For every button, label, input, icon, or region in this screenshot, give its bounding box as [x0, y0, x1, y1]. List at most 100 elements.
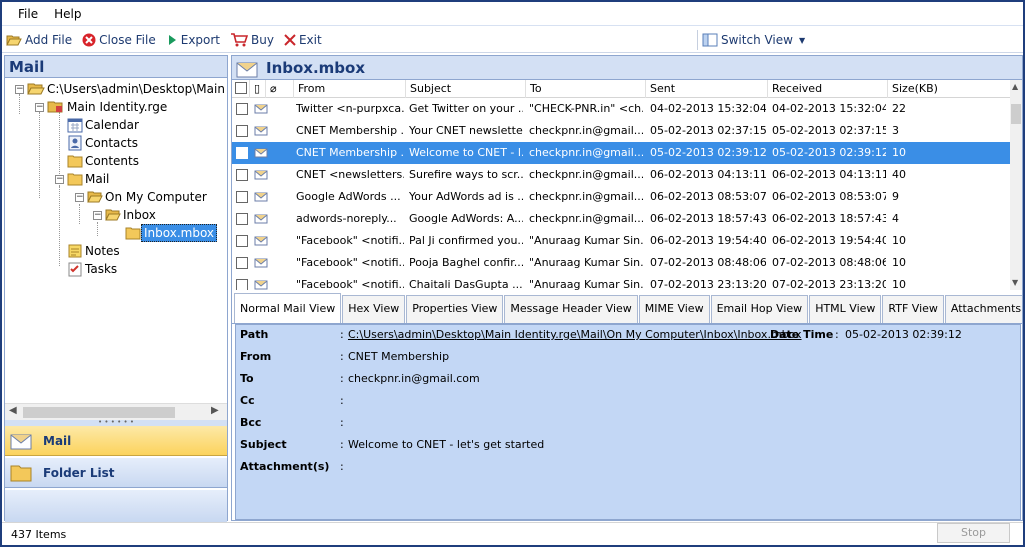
cell-sent: 07-02-2013 08:48:06 [650, 256, 766, 269]
scroll-down-icon[interactable]: ▼ [1012, 278, 1018, 287]
contacts-icon [68, 135, 82, 151]
nav-mail-button[interactable]: Mail [5, 426, 227, 456]
table-row[interactable]: Google AdWords ... Your AdWords ad is ...… [232, 186, 1010, 208]
tab-mime-view[interactable]: MIME View [638, 295, 710, 323]
menu-file[interactable]: File [10, 2, 46, 26]
close-circle-icon [82, 33, 96, 46]
tab-message-header-view[interactable]: Message Header View [504, 295, 638, 323]
cell-from: CNET <newsletters... [296, 168, 404, 181]
path-colon: : [340, 328, 344, 341]
grid-vertical-scrollbar[interactable]: ▲ ▼ [1010, 80, 1022, 290]
table-row[interactable]: CNET <newsletters... Surefire ways to scr… [232, 164, 1010, 186]
table-row[interactable]: "Facebook" <notifi... Pal Ji confirmed yo… [232, 230, 1010, 252]
table-row[interactable]: CNET Membership ... Welcome to CNET - l..… [232, 142, 1010, 164]
tree-on-my-computer-label: On My Computer [105, 190, 207, 204]
cell-received: 07-02-2013 08:48:06 [772, 256, 886, 269]
row-checkbox[interactable] [236, 103, 248, 115]
tree-mail-label: Mail [85, 172, 110, 186]
path-value[interactable]: C:\Users\admin\Desktop\Main Identity.rge… [348, 328, 802, 341]
row-checkbox[interactable] [236, 213, 248, 225]
cell-to: "Anuraag Kumar Sin... [529, 278, 643, 290]
buy-label: Buy [251, 32, 274, 47]
tree-node-identity[interactable]: Main Identity.rge [47, 98, 169, 116]
menu-bar: File Help [2, 2, 1023, 26]
tree-contents-label: Contents [85, 154, 139, 168]
col-from[interactable]: From [294, 80, 406, 98]
scroll-right-icon[interactable]: ▶ [211, 405, 219, 416]
header-checkbox[interactable] [232, 80, 250, 98]
cell-sent: 05-02-2013 02:39:12 [650, 146, 766, 159]
tree-node-notes[interactable]: Notes [67, 242, 122, 260]
tab-properties-view[interactable]: Properties View [406, 295, 504, 323]
cell-from: CNET Membership ... [296, 124, 404, 137]
tab-hex-view[interactable]: Hex View [342, 295, 406, 323]
tree-node-on-my-computer[interactable]: On My Computer [87, 188, 209, 206]
view-tabs: Normal Mail View Hex View Properties Vie… [232, 293, 1022, 324]
row-checkbox[interactable] [236, 147, 248, 159]
folder-icon [10, 465, 32, 481]
tree-node-contacts[interactable]: Contacts [67, 134, 140, 152]
tree-node-mail[interactable]: Mail [67, 170, 111, 188]
collapse-identity[interactable]: − [35, 103, 44, 112]
left-pane: Mail − C:\Users\admin\Desktop\Main Id − … [4, 55, 228, 522]
menu-help[interactable]: Help [46, 2, 89, 26]
table-row[interactable]: "Facebook" <notifi... Chaitali DasGupta .… [232, 274, 1010, 290]
cell-size: 4 [892, 212, 899, 225]
tab-normal-mail-view[interactable]: Normal Mail View [234, 293, 342, 323]
scroll-left-icon[interactable]: ◀ [9, 405, 17, 416]
grid-scroll-thumb[interactable] [1011, 104, 1021, 124]
date-time-colon: : [835, 328, 839, 341]
collapse-inbox[interactable]: − [93, 211, 102, 220]
mailbox-title: Inbox.mbox [266, 58, 366, 77]
cell-sent: 07-02-2013 23:13:20 [650, 278, 766, 290]
exit-button[interactable]: Exit [284, 33, 322, 47]
tree-node-inbox-mbox[interactable]: Inbox.mbox [125, 224, 218, 242]
collapse-on-my-computer[interactable]: − [75, 193, 84, 202]
stop-button[interactable]: Stop [937, 523, 1010, 543]
tree-node-inbox[interactable]: Inbox [105, 206, 158, 224]
col-size[interactable]: Size(KB) [888, 80, 1010, 98]
cell-received: 07-02-2013 23:13:20 [772, 278, 886, 290]
buy-button[interactable]: Buy [230, 33, 274, 47]
tab-rtf-view[interactable]: RTF View [882, 295, 944, 323]
subject-label: Subject [240, 438, 287, 451]
export-button[interactable]: Export [166, 33, 220, 47]
table-row[interactable]: Twitter <n-purpxca... Get Twitter on your… [232, 98, 1010, 120]
col-subject[interactable]: Subject [406, 80, 526, 98]
tab-email-hop-view[interactable]: Email Hop View [710, 295, 809, 323]
row-checkbox[interactable] [236, 169, 248, 181]
table-row[interactable]: "Facebook" <notifi... Pooja Baghel confir… [232, 252, 1010, 274]
tree-node-tasks[interactable]: Tasks [67, 260, 119, 278]
collapse-mail[interactable]: − [55, 175, 64, 184]
tree-node-root[interactable]: C:\Users\admin\Desktop\Main Id [27, 80, 227, 98]
collapse-root[interactable]: − [15, 85, 24, 94]
switch-view-dropdown[interactable]: Switch View ▼ [702, 27, 805, 53]
to-value: checkpnr.in@gmail.com [348, 372, 480, 385]
tree-inbox-label: Inbox [123, 208, 156, 222]
tab-attachments[interactable]: Attachments [944, 295, 1022, 323]
row-checkbox[interactable] [236, 125, 248, 137]
cell-received: 05-02-2013 02:37:15 [772, 124, 886, 137]
row-checkbox[interactable] [236, 191, 248, 203]
add-file-button[interactable]: Add File [6, 33, 72, 47]
close-file-button[interactable]: Close File [82, 33, 156, 47]
app-window: File Help Add File Close File Export Buy… [0, 0, 1025, 547]
folder-open-icon [105, 209, 121, 221]
row-checkbox[interactable] [236, 279, 248, 290]
table-row[interactable]: adwords-noreply... Google AdWords: A... ch… [232, 208, 1010, 230]
scroll-up-icon[interactable]: ▲ [1012, 82, 1018, 91]
nav-folder-list-button[interactable]: Folder List [5, 458, 227, 488]
col-sent[interactable]: Sent [646, 80, 768, 98]
tree-node-calendar[interactable]: Calendar [67, 116, 141, 134]
tree-node-contents[interactable]: Contents [67, 152, 141, 170]
table-row[interactable]: CNET Membership ... Your CNET newslette..… [232, 120, 1010, 142]
row-checkbox[interactable] [236, 235, 248, 247]
row-checkbox[interactable] [236, 257, 248, 269]
date-time-value: 05-02-2013 02:39:12 [845, 328, 962, 341]
tab-html-view[interactable]: HTML View [809, 295, 882, 323]
cell-from: "Facebook" <notifi... [296, 278, 404, 290]
cell-sent: 05-02-2013 02:37:15 [650, 124, 766, 137]
col-to[interactable]: To [526, 80, 646, 98]
col-received[interactable]: Received [768, 80, 888, 98]
scroll-thumb[interactable] [23, 407, 175, 418]
